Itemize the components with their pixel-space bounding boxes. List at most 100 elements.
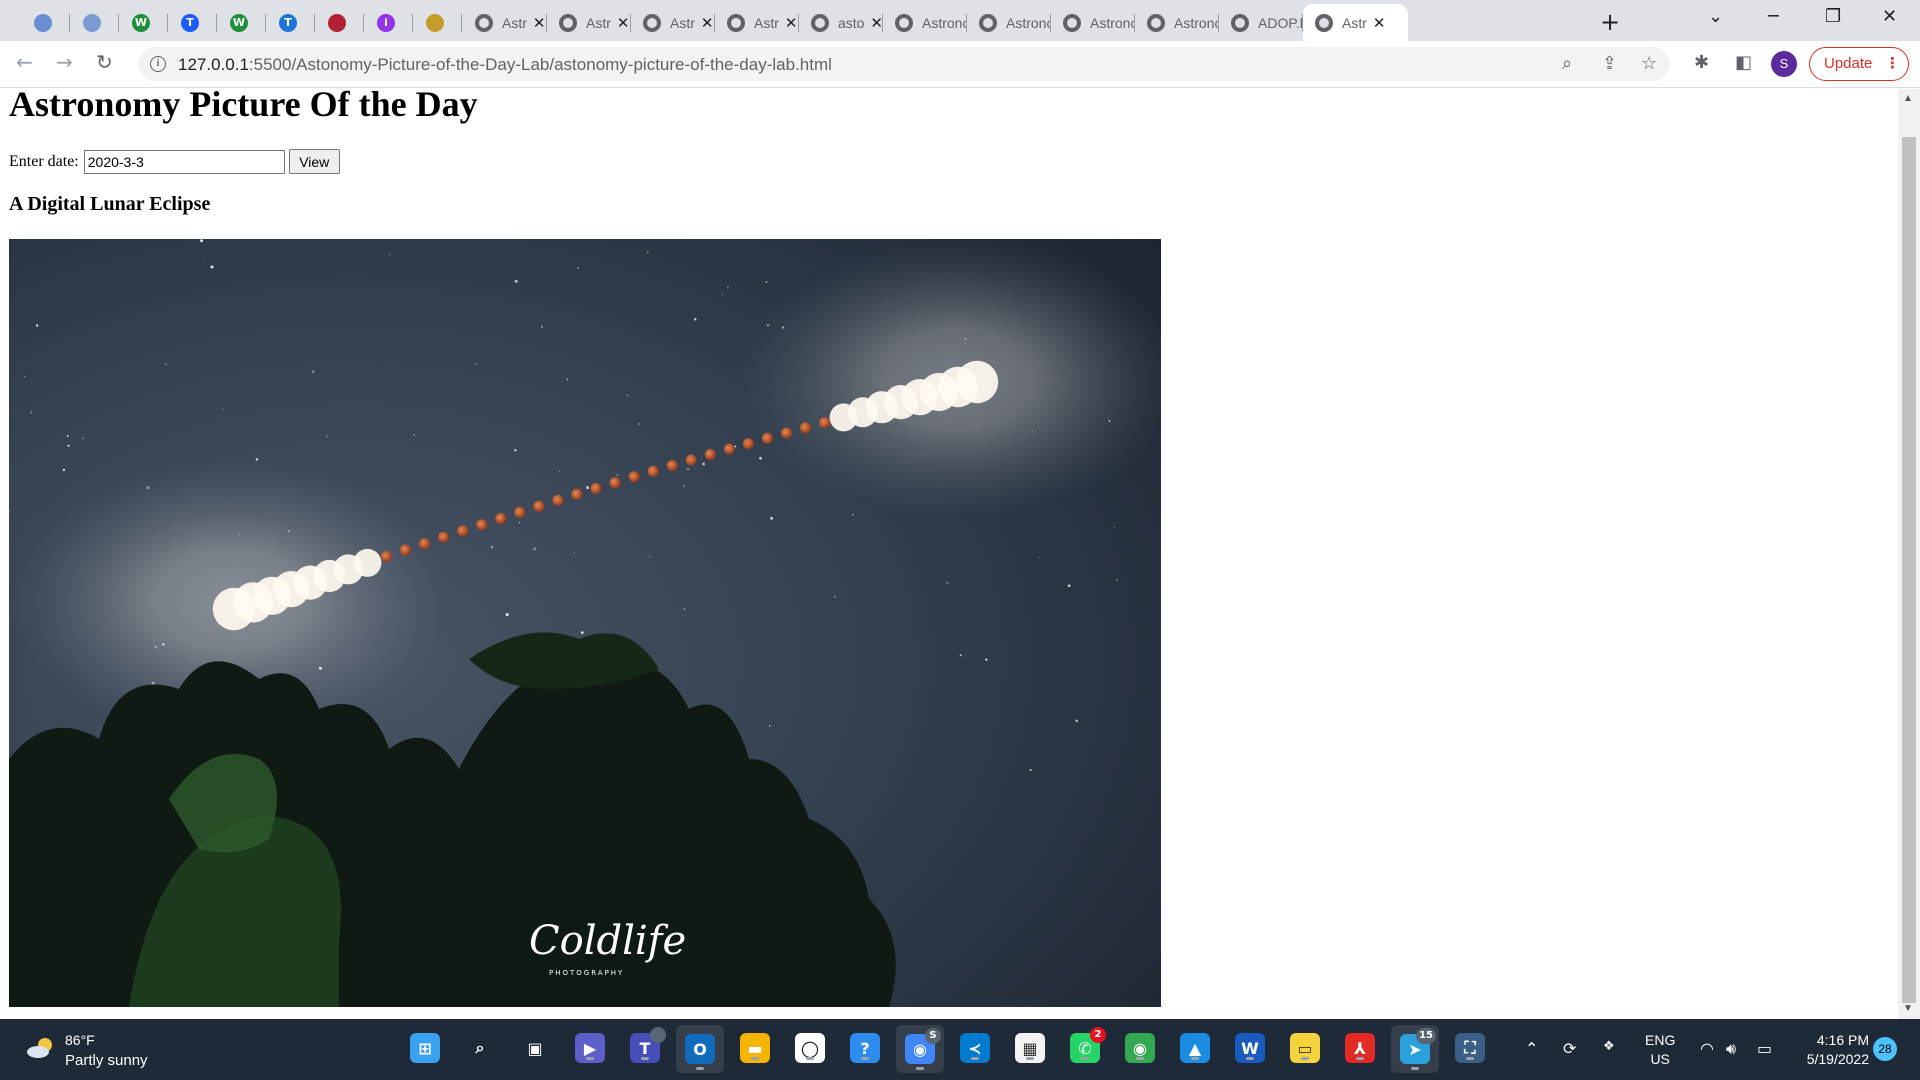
site-info-icon[interactable]: i — [150, 56, 166, 72]
remote-desktop-icon[interactable]: ⛶ — [1455, 1033, 1485, 1063]
acrobat-icon[interactable]: ⅄ — [1345, 1033, 1375, 1063]
tab-search-chevron-icon[interactable]: ⌄ — [1708, 6, 1723, 27]
address-bar[interactable]: i 127.0.0.1:5500/Astonomy-Picture-of-the… — [138, 47, 1670, 81]
chrome-icon[interactable]: ◉ S — [896, 1025, 944, 1073]
scroll-up-arrow[interactable]: ▲ — [1903, 93, 1913, 104]
browser-tab[interactable]: Astrono — [1051, 4, 1135, 41]
share-icon[interactable]: ⇪ — [1602, 53, 1617, 74]
start-glyph-icon: ⊞ — [410, 1033, 440, 1063]
input-language[interactable]: ENG US — [1645, 1031, 1675, 1069]
browser-tab[interactable]: asto ✕ — [799, 4, 883, 41]
url-text[interactable]: 127.0.0.1:5500/Astonomy-Picture-of-the-D… — [178, 55, 832, 75]
globe-icon — [559, 13, 577, 32]
weather-temperature[interactable]: 86°F — [65, 1032, 95, 1048]
tab-close-icon[interactable]: ✕ — [785, 14, 798, 32]
word-icon[interactable]: W — [1235, 1033, 1265, 1063]
pinned-tab[interactable] — [71, 4, 119, 41]
task-view-icon[interactable]: ▣ — [520, 1033, 550, 1063]
star — [702, 462, 705, 466]
vscode-icon[interactable]: ≺ — [960, 1033, 990, 1063]
star — [389, 253, 391, 255]
file-explorer-icon[interactable]: ▬ — [740, 1033, 770, 1063]
date-input[interactable] — [83, 149, 285, 174]
whatsapp-icon[interactable]: ✆ 2 — [1070, 1027, 1106, 1063]
restore-button[interactable]: ❐ — [1825, 6, 1841, 27]
sync-icon[interactable]: ⟳ — [1563, 1039, 1576, 1058]
close-window-button[interactable]: ✕ — [1882, 6, 1897, 27]
browser-tab[interactable]: Astrono — [967, 4, 1051, 41]
sticky-notes-icon[interactable]: ▭ — [1290, 1033, 1320, 1063]
globe-icon — [811, 13, 829, 32]
pinned-tab[interactable] — [316, 4, 364, 41]
browser-tab[interactable]: Astrono — [883, 4, 967, 41]
star — [646, 251, 649, 254]
scroll-down-arrow[interactable]: ▼ — [1903, 1003, 1913, 1014]
browser-tab[interactable]: Astr ✕ — [547, 4, 631, 41]
outlook-icon[interactable]: O — [676, 1025, 724, 1073]
pinned-tab[interactable]: W — [218, 4, 266, 41]
forward-button[interactable]: → — [56, 50, 73, 74]
chrome-profile-icon[interactable]: ◉ — [1125, 1033, 1155, 1063]
zoom-icon[interactable]: ⌕ — [1562, 53, 1572, 74]
volume-icon[interactable]: 🔊︎ — [1726, 1039, 1736, 1059]
tab-title: Astrono — [922, 14, 967, 31]
teams-chat-icon[interactable]: ▶ — [575, 1033, 605, 1063]
bookmark-star-icon[interactable]: ☆ — [1641, 53, 1657, 74]
star — [164, 363, 167, 366]
star — [1075, 719, 1079, 723]
battery-icon[interactable]: ▭ — [1757, 1039, 1772, 1058]
weather-description[interactable]: Partly sunny — [65, 1052, 148, 1069]
side-panel-icon[interactable]: ◧ — [1735, 52, 1752, 73]
browser-tab[interactable]: Astr ✕ — [631, 4, 715, 41]
browser-tab[interactable]: Astrono — [1135, 4, 1219, 41]
telegram-icon[interactable]: ➤ 15 — [1391, 1025, 1439, 1073]
pinned-tab[interactable]: T — [169, 4, 217, 41]
pinned-tab[interactable]: i — [365, 4, 413, 41]
github-icon[interactable]: ◯ — [795, 1033, 825, 1063]
reload-button[interactable]: ↻ — [96, 50, 113, 74]
back-button[interactable]: ← — [16, 50, 33, 74]
star — [318, 666, 322, 670]
pinned-tab[interactable] — [414, 4, 462, 41]
view-button[interactable]: View — [288, 149, 340, 174]
browser-tab[interactable]: ADOP.h — [1219, 4, 1303, 41]
search-glyph-icon: ⌕ — [475, 1038, 485, 1057]
tab-close-icon[interactable]: ✕ — [701, 14, 714, 32]
new-tab-button[interactable]: + — [1600, 8, 1620, 36]
extensions-puzzle-icon[interactable]: ✱ — [1694, 52, 1709, 73]
star — [151, 681, 155, 685]
tab-close-icon[interactable]: ✕ — [533, 14, 546, 32]
pinned-tab[interactable]: W — [120, 4, 168, 41]
tab-close-icon[interactable]: ✕ — [1373, 14, 1386, 32]
eclipsed-moon-phase — [571, 488, 583, 500]
pinned-tab[interactable] — [22, 4, 70, 41]
purple-circle-icon: i — [377, 13, 395, 32]
system-clock[interactable]: 4:16 PM 5/19/2022 — [1795, 1031, 1869, 1069]
microsoft-store-icon[interactable]: ▦ — [1015, 1033, 1045, 1063]
pinned-tab[interactable]: T — [267, 4, 315, 41]
teams-icon[interactable]: T — [630, 1027, 666, 1063]
browser-tab[interactable]: Astr ✕ — [715, 4, 799, 41]
start-button[interactable]: ⊞ — [410, 1033, 440, 1063]
update-button[interactable]: Update ⋮ — [1809, 47, 1909, 81]
notification-count-badge[interactable]: 28 — [1873, 1037, 1897, 1061]
menu-dots-icon[interactable]: ⋮ — [1885, 48, 1900, 79]
star — [223, 408, 225, 410]
partly-sunny-icon[interactable] — [26, 1037, 56, 1059]
profile-avatar[interactable]: S — [1771, 51, 1797, 77]
running-indicator — [641, 1057, 649, 1060]
wifi-icon[interactable]: ◠ — [1700, 1039, 1714, 1058]
vertical-scrollbar[interactable]: ▲ ▼ — [1898, 89, 1920, 1019]
show-hidden-icons-chevron[interactable]: ⌃ — [1525, 1039, 1538, 1058]
tab-close-icon[interactable]: ✕ — [617, 14, 630, 32]
tab-active[interactable]: Astr ✕ — [1303, 4, 1408, 41]
globe-seal-icon — [83, 13, 101, 32]
dropbox-icon[interactable]: ❖ — [1603, 1039, 1615, 1054]
help-icon[interactable]: ? — [850, 1033, 880, 1063]
minimize-button[interactable]: ─ — [1768, 6, 1779, 27]
browser-tab[interactable]: Astr ✕ — [463, 4, 547, 41]
search-icon[interactable]: ⌕ — [465, 1033, 495, 1063]
star — [210, 265, 214, 269]
photos-icon[interactable]: ▲ — [1180, 1033, 1210, 1063]
scroll-thumb[interactable] — [1902, 137, 1916, 1003]
